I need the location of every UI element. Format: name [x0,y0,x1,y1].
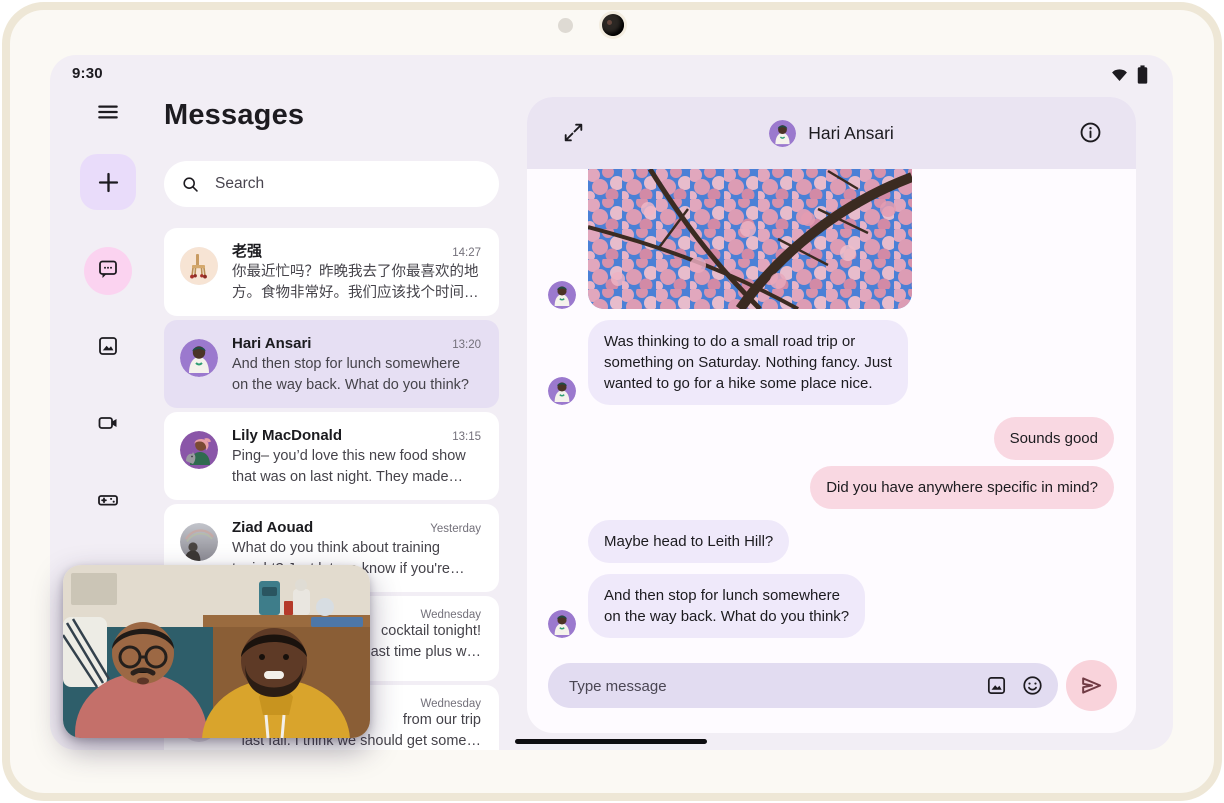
conversation-time: 13:20 [452,339,481,351]
compose-bar [527,659,1136,733]
image-icon[interactable] [985,674,1008,697]
sender-avatar [548,377,576,405]
message-row-1: Was thinking to do a small road trip or … [527,320,1136,405]
search-input[interactable] [213,174,491,194]
compose-icons [985,663,1044,708]
conversation-body: Hari Ansari 13:20 And then stop for lunch … [232,333,481,395]
conversation-time: 13:15 [452,431,481,443]
incoming-message-bubble: Was thinking to do a small road trip or … [588,320,908,405]
conversation-name: Ziad Aouad [232,517,313,538]
sender-avatar [548,281,576,309]
outgoing-message-bubble: Did you have anywhere specific in mind? [810,466,1114,509]
sender-avatar [548,610,576,638]
conversation-item-2[interactable]: Lily MacDonald 13:15 Ping– you’d love this… [164,412,499,500]
avatar-hari [180,339,218,377]
incoming-message-bubble: And then stop for lunch somewhere on the… [588,574,865,638]
send-icon [1079,673,1104,698]
info-button[interactable] [1078,120,1104,146]
conversation-time: 14:27 [452,247,481,259]
message-thread[interactable]: Was thinking to do a small road trip or … [527,169,1136,659]
message-row-2: Sounds good [527,417,1136,460]
message-row-3: Did you have anywhere specific in mind? [527,466,1136,509]
contact-name: Hari Ansari [808,123,894,144]
conversation-time: Wednesday [420,609,481,621]
contact-avatar [769,120,796,147]
menu-icon [95,99,121,125]
info-icon [1078,120,1103,145]
status-icons [1110,65,1149,84]
avatar-spacer [548,535,576,563]
front-camera [602,14,624,36]
conversation-item-1[interactable]: Hari Ansari 13:20 And then stop for lunch … [164,320,499,408]
video-call-frame [63,565,370,738]
avatar-hari [548,281,576,309]
rail-nav-gamepad[interactable] [84,478,132,526]
avatar-hari [548,377,576,405]
rail-nav-gallery[interactable] [84,324,132,372]
conversation-name: Lily MacDonald [232,425,342,446]
menu-button[interactable] [95,99,121,125]
new-conversation-button[interactable] [80,154,136,210]
chat-bubble-icon [96,257,120,286]
rail-nav-videocam[interactable] [84,401,132,449]
conversation-body: 老强 14:27 你最近忙吗？昨晚我去了你最喜欢的地 方。食物非常好。我们应该找个时… [232,241,481,303]
search-bar[interactable] [164,161,499,207]
avatar-ziad [180,523,218,561]
conversation-preview: 你最近忙吗？昨晚我去了你最喜欢的地 方。食物非常好。我们应该找个时间… [232,262,481,303]
cherry-blossom-photo[interactable] [588,169,912,309]
conversation-item-0[interactable]: 老强 14:27 你最近忙吗？昨晚我去了你最喜欢的地 方。食物非常好。我们应该找个时… [164,228,499,316]
message-input[interactable] [567,663,877,710]
videocam-icon [96,411,120,440]
wifi-icon [1110,65,1129,84]
expand-button[interactable] [561,120,587,146]
conversation-preview: Ping– you’d love this new food show that… [232,446,481,487]
expand-icon [561,120,586,145]
chat-panel: Hari Ansari Was thinking to do a small r… [527,97,1136,733]
battery-icon [1136,65,1149,84]
video-call-pip[interactable] [63,565,370,738]
message-row-4: Maybe head to Leith Hill? [527,520,1136,563]
compose-field[interactable] [548,663,1058,708]
message-row-5: And then stop for lunch somewhere on the… [527,574,1136,638]
search-icon [180,174,201,195]
rail-nav-chat-bubble[interactable] [84,247,132,295]
conversation-preview: And then stop for lunch somewhere on the… [232,354,481,395]
chat-header: Hari Ansari [527,97,1136,169]
conversation-name: 老强 [232,241,262,262]
plus-icon [95,169,122,196]
conversation-time: Wednesday [420,698,481,710]
chat-contact: Hari Ansari [769,120,894,147]
page-title: Messages [164,99,304,132]
conversation-body: Lily MacDonald 13:15 Ping– you’d love this… [232,425,481,487]
rail-nav [84,247,132,526]
send-button[interactable] [1066,660,1117,711]
emoji-icon[interactable] [1021,674,1044,697]
home-indicator[interactable] [515,739,707,744]
gamepad-icon [96,488,120,517]
gallery-icon [96,334,120,363]
conversation-time: Yesterday [430,523,481,535]
avatar-hari [548,610,576,638]
tablet-device: 9:30 Messages [0,0,1224,803]
avatar-chair [180,247,218,285]
incoming-message-bubble: Maybe head to Leith Hill? [588,520,789,563]
avatar-lily [180,431,218,469]
outgoing-message-bubble: Sounds good [994,417,1114,460]
conversation-name: Hari Ansari [232,333,311,354]
light-sensor [558,18,573,33]
message-row-0 [527,169,1136,309]
